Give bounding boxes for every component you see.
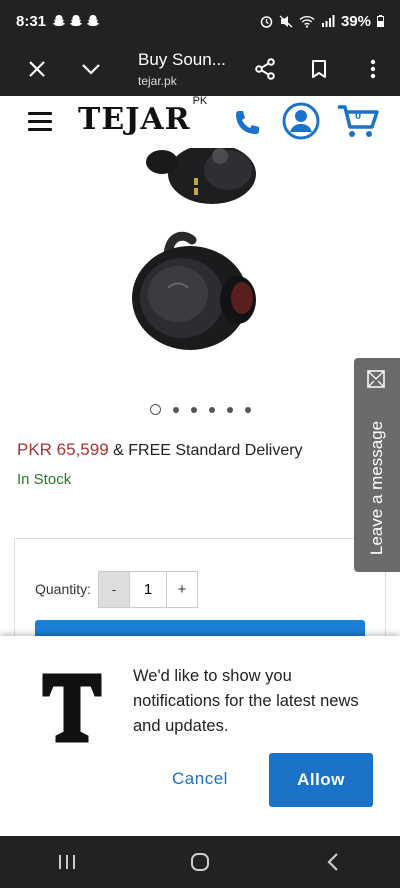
system-icons: 39% (260, 13, 384, 30)
close-tab-button[interactable] (10, 42, 64, 96)
bookmark-button[interactable] (292, 42, 346, 96)
screen: 8:31 39% Buy Soun... tejar.pk TEJARPK 0 … (0, 0, 400, 888)
product-image (0, 148, 400, 398)
battery-percent: 39% (340, 12, 371, 30)
snapchat-icon (70, 15, 83, 27)
hamburger-menu-icon[interactable] (28, 112, 52, 131)
leave-message-label: Leave a message (367, 420, 386, 556)
quantity-decrease-button[interactable]: - (99, 572, 129, 607)
recent-apps-icon (58, 855, 75, 869)
carousel-dot[interactable] (149, 404, 161, 415)
browser-toolbar: Buy Soun... tejar.pk (0, 42, 400, 96)
site-header: TEJARPK 0 (0, 95, 400, 148)
chevron-down-icon (82, 64, 100, 75)
snapchat-icon (87, 15, 100, 27)
wifi-icon (299, 15, 315, 28)
notification-icons (52, 14, 100, 28)
home-icon (190, 853, 209, 871)
notification-prompt: We'd like to show you notifications for … (0, 636, 400, 836)
quantity-stepper: - 1 + (98, 571, 198, 608)
status-bar: 8:31 39% (0, 0, 400, 42)
prompt-message: We'd like to show you notifications for … (133, 667, 359, 735)
snapchat-icon (53, 15, 66, 27)
back-button[interactable] (303, 842, 363, 882)
carousel-dot[interactable] (190, 406, 197, 413)
account-icon[interactable] (282, 102, 320, 140)
page-title-block[interactable]: Buy Soun... tejar.pk (118, 50, 238, 88)
page-title: Buy Soun... (138, 50, 226, 69)
cancel-button[interactable]: Cancel (150, 754, 250, 804)
more-vert-icon (370, 59, 376, 79)
minimize-tab-button[interactable] (64, 42, 118, 96)
carousel-dot[interactable] (226, 406, 233, 413)
site-logo-icon (42, 673, 102, 743)
bookmark-icon (312, 60, 326, 78)
signal-icon (321, 15, 335, 27)
envelope-icon (367, 370, 385, 388)
leave-message-tab[interactable]: Leave a message (354, 358, 400, 572)
product-image-carousel[interactable] (0, 148, 400, 398)
product-price: PKR 65,599 (17, 440, 109, 459)
quantity-increase-button[interactable]: + (167, 572, 197, 607)
phone-icon[interactable] (232, 108, 262, 138)
battery-icon (377, 15, 384, 27)
quantity-input[interactable]: 1 (129, 572, 167, 607)
status-time: 8:31 (16, 12, 47, 30)
cart-count: 0 (355, 110, 362, 122)
carousel-dot[interactable] (208, 406, 215, 413)
carousel-dots[interactable] (0, 404, 400, 415)
system-nav-bar (0, 836, 400, 888)
close-icon (29, 61, 45, 77)
quantity-label: Quantity: (35, 581, 92, 597)
price-row: PKR 65,599 & FREE Standard Delivery (17, 440, 303, 460)
site-logo[interactable]: TEJARPK (78, 95, 207, 137)
carousel-dot[interactable] (172, 406, 179, 413)
delivery-text: & FREE Standard Delivery (113, 442, 303, 459)
allow-button[interactable]: Allow (269, 753, 373, 807)
mute-icon (279, 15, 293, 27)
logo-text: TEJAR (78, 102, 191, 137)
logo-suffix: PK (192, 95, 208, 107)
more-options-button[interactable] (346, 42, 400, 96)
home-button[interactable] (170, 842, 230, 882)
recent-apps-button[interactable] (37, 842, 97, 882)
carousel-dot[interactable] (244, 406, 251, 413)
share-button[interactable] (238, 42, 292, 96)
alarm-icon (260, 15, 273, 28)
stock-status: In Stock (17, 471, 72, 488)
page-url: tejar.pk (138, 74, 177, 88)
share-icon (255, 58, 275, 80)
back-icon (327, 853, 339, 871)
